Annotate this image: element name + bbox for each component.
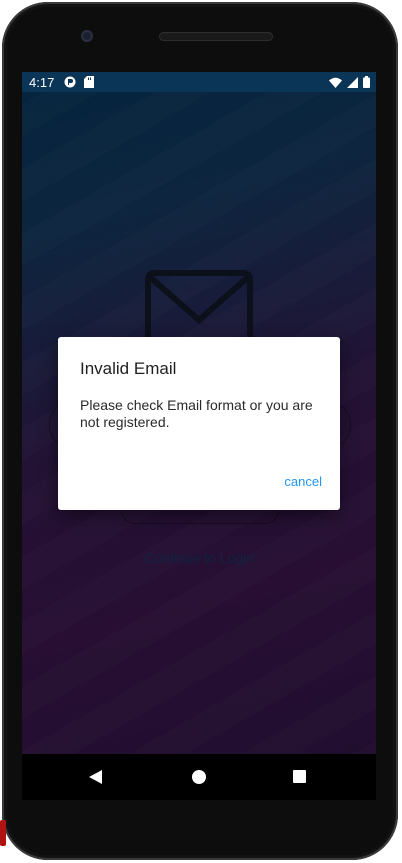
- status-right-icons: [329, 76, 370, 91]
- recents-icon[interactable]: [293, 770, 306, 783]
- dialog-title: Invalid Email: [80, 359, 177, 378]
- navigation-bar: [22, 754, 376, 800]
- cancel-button[interactable]: cancel: [284, 474, 322, 489]
- side-button: [0, 820, 6, 846]
- battery-icon: [363, 76, 370, 91]
- cell-signal-icon: [347, 76, 358, 91]
- wifi-icon: [329, 76, 342, 91]
- status-bar: 4:17: [22, 72, 376, 92]
- status-left-icons: [64, 76, 94, 91]
- earpiece-speaker: [159, 32, 273, 41]
- status-time: 4:17: [29, 75, 55, 90]
- app-notification-icon: [64, 76, 76, 91]
- screen: 4:17 Continue to Login Invalid Email Ple…: [22, 72, 376, 754]
- home-icon[interactable]: [192, 770, 206, 784]
- back-icon[interactable]: [89, 770, 102, 789]
- front-camera: [81, 30, 93, 42]
- invalid-email-dialog: Invalid Email Please check Email format …: [58, 337, 340, 510]
- dialog-message: Please check Email format or you are not…: [80, 397, 313, 430]
- sd-card-icon: [84, 76, 94, 91]
